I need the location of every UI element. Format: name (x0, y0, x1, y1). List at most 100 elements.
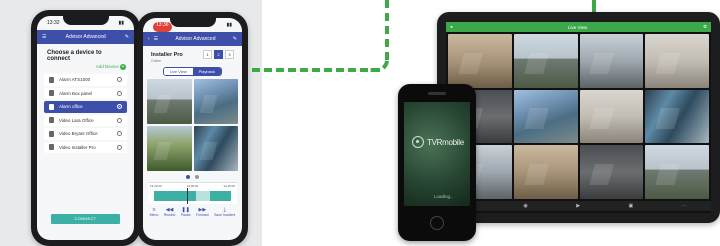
connector-corner (370, 52, 389, 72)
camera-icon[interactable]: ◉ (523, 203, 527, 209)
device-list: Alarm ATS1000 Alarm Box panel Alarm offi… (37, 74, 134, 153)
menu-icon[interactable]: ☰ (154, 36, 158, 42)
camera-feed[interactable] (645, 145, 709, 199)
menu-icon[interactable]: ☰ (42, 34, 46, 40)
device-icon (49, 103, 54, 110)
camera-feed[interactable] (193, 79, 238, 124)
camera-feed[interactable] (645, 89, 709, 144)
timeline-label: 13:32:00 (150, 184, 162, 188)
page-dot[interactable] (186, 175, 190, 179)
timeline-label: 14:00:00 (186, 184, 199, 188)
device-label: Alarm office (59, 104, 83, 110)
camera-feed[interactable] (513, 89, 578, 144)
camera-feed[interactable] (579, 89, 644, 144)
app-title: Live View (568, 24, 588, 30)
edit-icon[interactable]: ✎ (233, 36, 237, 42)
list-item[interactable]: Alarm ATS1000 (44, 74, 127, 86)
device-label: Alarm ATS1000 (59, 77, 91, 83)
camera-feed[interactable] (147, 126, 192, 171)
app-bar: ☰ Advisor Advanced ✎ (37, 30, 134, 44)
battery-icon: ▮▮ (226, 22, 232, 28)
radio-button[interactable] (117, 104, 122, 110)
view-tabs: Live View Playback (163, 67, 222, 76)
device-label: Video Bryant Office (59, 131, 98, 137)
camera-feed[interactable] (513, 34, 578, 88)
app-brand: TVRmobile (427, 138, 464, 147)
timeline-gap (196, 191, 211, 201)
device-status: Online (151, 59, 162, 63)
camera-feed[interactable] (579, 145, 644, 199)
phone-notch (169, 18, 216, 27)
device-label: Alarm Box panel (59, 90, 93, 96)
timeline-label: 14:15:00 (223, 184, 235, 188)
radio-button[interactable] (117, 90, 122, 96)
home-button[interactable] (430, 216, 444, 230)
app-bar: ‹ ☰ Advisor Advanced ✎ (143, 32, 242, 46)
add-device-button[interactable]: Add Device + (37, 64, 134, 74)
status-time: 13:32 (47, 20, 60, 26)
splash-screen: TVRmobile Loading... (404, 102, 470, 206)
camera-feed[interactable] (193, 126, 238, 171)
camera-feed[interactable] (147, 79, 192, 124)
loading-text: Loading... (434, 194, 454, 199)
battery-icon: ▮▮ (118, 20, 124, 26)
phone-notch (62, 16, 109, 25)
page-button[interactable]: 1 (203, 50, 212, 59)
app-bar: ◂ Live View ⚙ (446, 22, 711, 32)
playback-icon[interactable]: ▶ (576, 203, 580, 209)
list-item[interactable]: Video Lara Office (44, 114, 127, 126)
camera-feed[interactable] (448, 34, 512, 88)
radio-button[interactable] (117, 131, 122, 137)
control-label: Pause (180, 213, 191, 217)
page-button[interactable]: 2 (214, 50, 223, 59)
tablet-device: ◂ Live View ⚙ ▦ ◉ ▶ ▣ ⋯ (437, 12, 720, 223)
settings-icon[interactable]: ⚙ (703, 24, 707, 30)
rewind-control[interactable]: ◀◀ Rewind (164, 207, 176, 217)
radio-button[interactable] (117, 77, 122, 83)
control-label: Rewind (163, 213, 176, 217)
camera-feed[interactable] (645, 34, 709, 88)
list-item[interactable]: Video Installer Pro (44, 141, 127, 153)
forward-control[interactable]: ▶▶ Forward (196, 207, 209, 217)
list-item[interactable]: Video Bryant Office (44, 128, 127, 140)
connect-button[interactable]: CONNECT (51, 214, 120, 224)
more-icon[interactable]: ⋯ (682, 203, 687, 209)
camera-feed[interactable] (579, 34, 644, 88)
device-icon (49, 76, 54, 83)
control-label: Save Incident (214, 213, 236, 217)
legacy-phone-device: TVRmobile Loading... (398, 84, 476, 241)
list-item[interactable]: Alarm office (44, 101, 127, 113)
app-title: Advisor Advanced (65, 34, 106, 40)
edit-icon[interactable]: ✎ (125, 34, 129, 40)
page-title: Choose a device to connect (47, 50, 102, 62)
device-name: Installer Pro (151, 51, 183, 58)
phone-screen: 13:36 ▮▮ ‹ ☰ Advisor Advanced ✎ Installe… (143, 18, 242, 240)
page-button[interactable]: 3 (225, 50, 234, 59)
save-incident-control[interactable]: ⤓ Save Incident (214, 207, 235, 217)
page-dot[interactable] (195, 175, 199, 179)
page-selector: 1 2 3 (203, 50, 234, 59)
connector-line (385, 0, 389, 60)
tablet-screen: ◂ Live View ⚙ ▦ ◉ ▶ ▣ ⋯ (446, 22, 711, 213)
tab-live-view[interactable]: Live View (164, 68, 193, 75)
tab-playback[interactable]: Playback (192, 68, 221, 75)
back-icon[interactable]: ‹ (148, 36, 150, 42)
list-item[interactable]: Alarm Box panel (44, 87, 127, 99)
radio-button[interactable] (117, 117, 122, 123)
menu-control[interactable]: ≡ Menu (150, 207, 159, 217)
tablet-toolbar: ▦ ◉ ▶ ▣ ⋯ (446, 201, 711, 211)
timeline-cursor[interactable] (187, 188, 189, 204)
device-icon (49, 144, 54, 151)
speaker-grille (428, 92, 446, 95)
control-label: Menu (149, 213, 159, 217)
snapshot-icon[interactable]: ▣ (629, 203, 634, 209)
camera-feed[interactable] (513, 145, 578, 199)
pause-control[interactable]: ❚❚ Pause (181, 207, 191, 217)
playback-timeline[interactable]: 13:32:00 14:00:00 14:15:00 (148, 182, 237, 204)
add-device-label: Add Device (95, 64, 119, 69)
device-label: Video Lara Office (59, 117, 94, 123)
radio-button[interactable] (117, 144, 122, 150)
phone-device-list: 13:32 ▮▮ ☰ Advisor Advanced ✎ Choose a d… (31, 10, 140, 246)
page-dots (143, 171, 242, 181)
playback-controls: ≡ Menu ◀◀ Rewind ❚❚ Pause ▶▶ Forward ⤓ Save I… (143, 205, 242, 219)
